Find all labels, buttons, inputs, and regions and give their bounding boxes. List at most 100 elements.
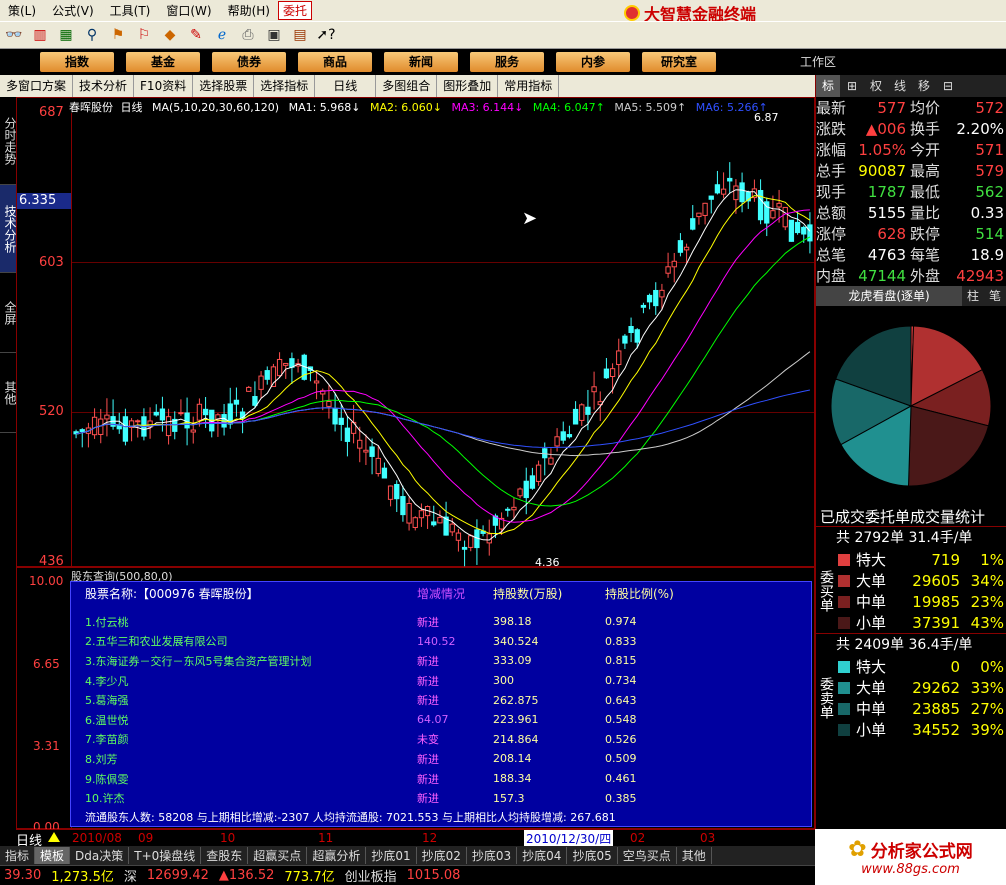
layout-icon[interactable]: ▣: [264, 25, 284, 45]
menu-item-help[interactable]: 帮助(H): [220, 2, 278, 19]
glasses-icon[interactable]: 👓: [4, 25, 24, 45]
timebar-up-icon[interactable]: [48, 832, 60, 842]
pencil-icon[interactable]: ✎: [186, 25, 206, 45]
nav-button-bond[interactable]: 债券: [212, 52, 286, 72]
holder-shares: 208.14: [493, 752, 532, 766]
quote-tab-rights[interactable]: 权: [864, 75, 888, 97]
left-vertical-tabs: 分时走势 技术分析 全屏 其他: [0, 97, 17, 829]
status-item: 1,273.5亿: [51, 870, 114, 885]
nav-button-insider[interactable]: 内参: [556, 52, 630, 72]
time-label-nov: 11: [318, 831, 334, 845]
flag-icon[interactable]: ⚐: [134, 25, 154, 45]
nav-button-research[interactable]: 研究室: [642, 52, 716, 72]
candle-body: [708, 195, 714, 200]
nav-button-index[interactable]: 指数: [40, 52, 114, 72]
kline-chart[interactable]: 春晖股份 日线 MA(5,10,20,30,60,120) MA1: 5.968…: [16, 97, 815, 569]
toolbar: 👓 ▥ ▦ ⚲ ⚑ ⚐ ◆ ✎ ℯ ⎙ ▣ ▤ ➚?: [0, 21, 1006, 49]
holder-row: 10.许杰 新进 157.3 0.385: [71, 788, 811, 808]
bars-icon[interactable]: ▥: [30, 25, 50, 45]
workzone-label[interactable]: 工作区: [800, 53, 836, 70]
holder-change: 64.07: [417, 713, 449, 727]
stats-title: 已成交委托单成交量统计: [820, 508, 986, 526]
common-indicator-button[interactable]: 常用指标: [498, 75, 560, 97]
indicator-tab[interactable]: 抄底02: [417, 847, 467, 864]
indicator-tab[interactable]: 查股东: [201, 847, 249, 864]
buy-value: 719: [931, 550, 960, 569]
indicator-tab[interactable]: 超赢分析: [307, 847, 367, 864]
holder-ratio: 0.643: [605, 693, 637, 707]
ie-icon[interactable]: ℯ: [212, 25, 232, 45]
tab-fullscreen[interactable]: 全屏: [0, 273, 17, 353]
quote-panel: 标 ⊞ 权 线 移 ⊟ 最新 577 均价 572 涨跌 ▲006 换手 2.20% 涨幅 1.0…: [815, 75, 1006, 829]
multi-chart-button[interactable]: 多图组合: [376, 75, 438, 97]
alarm-icon[interactable]: ⚑: [108, 25, 128, 45]
quote-tab-collapse-icon[interactable]: ⊟: [936, 75, 960, 97]
sell-label: 特大: [856, 658, 887, 676]
technical-analysis-button[interactable]: 技术分析: [73, 75, 135, 97]
indicator-tab[interactable]: 空鸟买点: [618, 847, 677, 864]
f10-info-button[interactable]: F10资料: [134, 75, 194, 97]
select-indicator-button[interactable]: 选择指标: [254, 75, 316, 97]
quote-rows: 最新 577 均价 572 涨跌 ▲006 换手 2.20% 涨幅 1.05% 今开 571 总手 900…: [816, 97, 1006, 286]
diamond-icon[interactable]: ◆: [160, 25, 180, 45]
panel-tab-bar[interactable]: 柱: [962, 286, 984, 306]
nav-button-service[interactable]: 服务: [470, 52, 544, 72]
tab-technical-analysis[interactable]: 技术分析: [0, 185, 17, 273]
sell-color-swatch: [838, 660, 850, 673]
sell-row: 小单 34552 39%: [836, 719, 1006, 740]
menu-bar: 策(L) 公式(V) 工具(T) 窗口(W) 帮助(H) 委托 大智慧金融终端: [0, 0, 1006, 24]
books-icon[interactable]: ▤: [290, 25, 310, 45]
holder-change: 新进: [417, 792, 439, 806]
period-select[interactable]: 日线: [315, 75, 377, 97]
time-label-oct: 10: [220, 831, 236, 845]
buy-color-swatch: [838, 553, 850, 566]
indicator-tab[interactable]: 超赢买点: [248, 847, 308, 864]
nav-button-commodity[interactable]: 商品: [298, 52, 372, 72]
binoculars-icon[interactable]: ⚲: [82, 25, 102, 45]
menu-item-policy[interactable]: 策(L): [0, 2, 44, 19]
candle-body: [609, 368, 616, 377]
nav-bar: 指数 基金 债券 商品 新闻 服务 内参 研究室 工作区: [0, 49, 1006, 75]
quote-tab-grid-icon[interactable]: ⊞: [840, 75, 864, 97]
help-pointer-icon[interactable]: ➚?: [316, 25, 336, 45]
print-icon[interactable]: ⎙: [238, 25, 258, 45]
grid-icon[interactable]: ▦: [56, 25, 76, 45]
nav-button-news[interactable]: 新闻: [384, 52, 458, 72]
quote-tab-mark[interactable]: 标: [816, 75, 840, 97]
quote-label: 内盘: [816, 267, 847, 285]
buy-pct: 34%: [970, 571, 1004, 590]
menu-item-tools[interactable]: 工具(T): [102, 2, 159, 19]
indicator-tab[interactable]: 抄底04: [517, 847, 568, 864]
multi-window-scheme-button[interactable]: 多窗口方案: [0, 75, 74, 97]
indicator-tab[interactable]: Dda决策: [70, 847, 130, 864]
sell-pct: 33%: [970, 678, 1004, 697]
select-stock-button[interactable]: 选择股票: [193, 75, 255, 97]
indicator-tab[interactable]: 抄底03: [467, 847, 518, 864]
candle-body: [523, 480, 529, 499]
quote-tab-line[interactable]: 线: [888, 75, 912, 97]
nav-button-fund[interactable]: 基金: [126, 52, 200, 72]
overlay-button[interactable]: 图形叠加: [437, 75, 499, 97]
candle-body: [585, 406, 591, 415]
indicator-tab[interactable]: 抄底01: [366, 847, 417, 864]
tab-intraday[interactable]: 分时走势: [0, 97, 17, 185]
indicator-tab[interactable]: 指标: [0, 847, 36, 864]
quote-tab-move[interactable]: 移: [912, 75, 936, 97]
indicator-tab[interactable]: 模板: [35, 847, 71, 864]
indicator-tab[interactable]: 其他: [677, 847, 712, 864]
candle-body: [202, 408, 209, 416]
tab-other[interactable]: 其他: [0, 353, 17, 433]
panel-tab-tick[interactable]: 笔: [984, 286, 1006, 306]
weituo-button[interactable]: 委托: [277, 1, 312, 20]
quote-value: 5155: [867, 203, 906, 222]
menu-item-window[interactable]: 窗口(W): [158, 2, 219, 19]
holder-ratio: 0.385: [605, 791, 637, 805]
site-logo: ✿ 分析家公式网 www.88gs.com: [815, 829, 1006, 885]
menu-item-formula[interactable]: 公式(V): [44, 2, 102, 19]
mouse-cursor-icon: ➤: [522, 208, 538, 229]
panel-tab-dragon[interactable]: 龙虎看盘(逐单): [816, 286, 962, 306]
quote-row: 总手 90087 最高 579: [816, 160, 1006, 181]
indicator-tab[interactable]: 抄底05: [567, 847, 618, 864]
candle-body: [622, 335, 628, 344]
indicator-tab[interactable]: T+0操盘线: [129, 847, 202, 864]
